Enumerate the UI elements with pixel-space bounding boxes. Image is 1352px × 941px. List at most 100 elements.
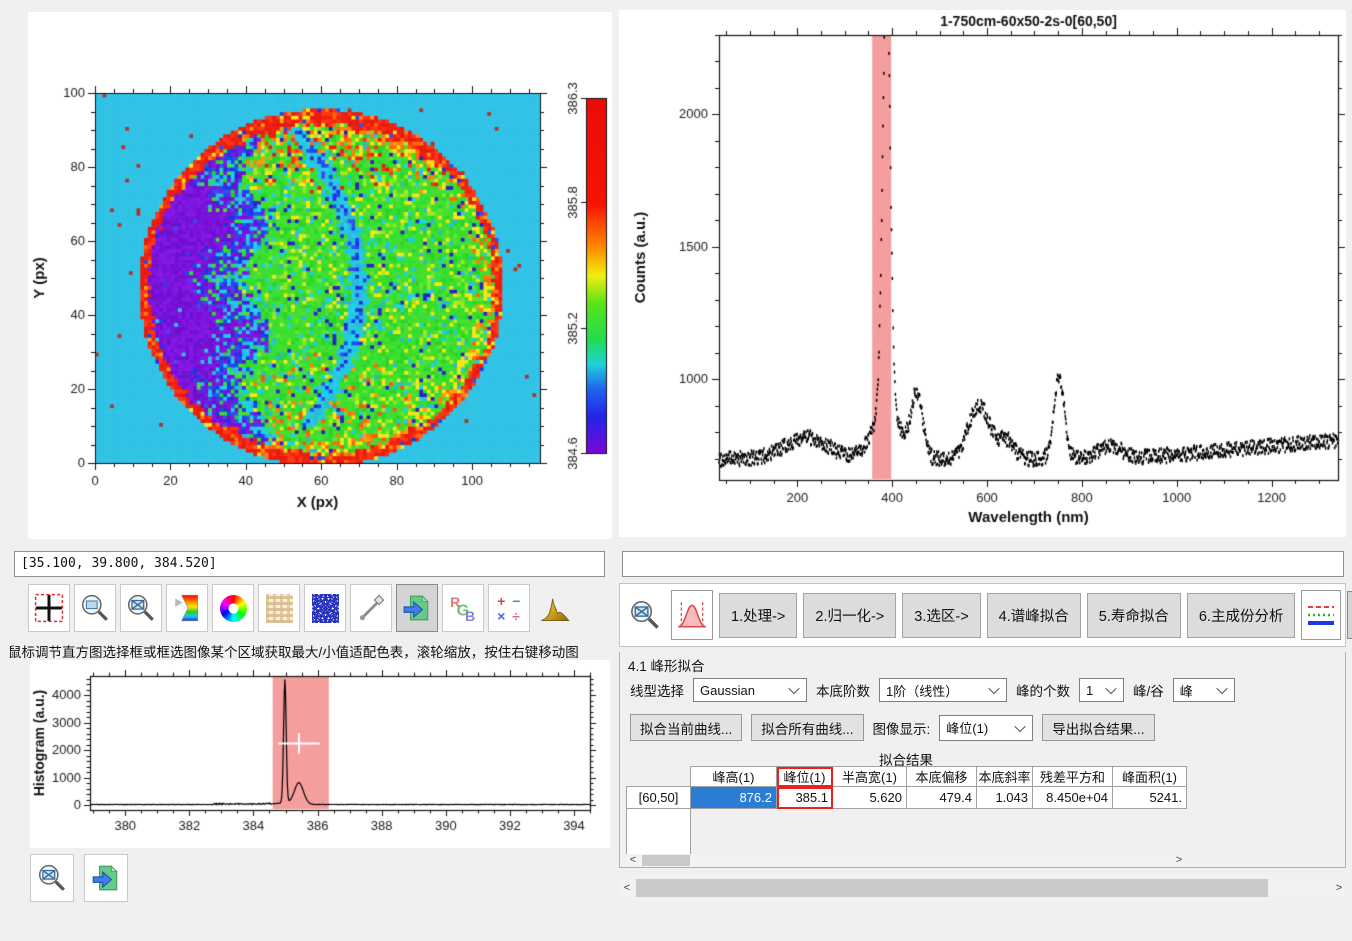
math-operations-button[interactable]: + − × ÷ [488, 584, 530, 632]
image-toolbar: R G B + − × ÷ [28, 584, 576, 632]
heatmap-panel [28, 12, 612, 539]
display-mode-combo[interactable]: 峰位(1) [939, 715, 1033, 741]
scroll-right-arrow[interactable]: > [1172, 854, 1186, 867]
cell-peak-area[interactable]: 5241. [1113, 787, 1187, 809]
col-peak-area: 峰面积(1) [1113, 767, 1187, 787]
zoom-reset-button[interactable] [120, 584, 162, 632]
row-header[interactable]: [60,50] [627, 787, 691, 809]
zoom-box-button[interactable] [74, 584, 116, 632]
ripple-pattern-icon [312, 594, 339, 623]
texture-pattern-icon [266, 594, 293, 623]
measure-tool-button[interactable] [350, 584, 392, 632]
fit-all-curves-button[interactable]: 拟合所有曲线... [751, 714, 863, 741]
measure-tool-icon [356, 592, 386, 624]
cell-peak-height[interactable]: 876.2 [691, 787, 777, 809]
zoom-reset-icon [37, 862, 67, 894]
colormap-button[interactable] [166, 584, 208, 632]
peak-valley-label: 峰/谷 [1133, 680, 1164, 700]
crosshair-select-button[interactable] [28, 584, 70, 632]
step2-normalize-button[interactable]: 2.归一化-> [803, 593, 896, 638]
empty-cells [691, 809, 1187, 861]
cell-fwhm[interactable]: 5.620 [833, 787, 907, 809]
col-baseline-offset: 本底偏移 [907, 767, 977, 787]
peak-fit-panel: 4.1 峰形拟合 线型选择 Gaussian 本底阶数 1阶（线性） 峰的个数 … [619, 652, 1346, 868]
export-data-button[interactable] [84, 854, 128, 902]
cell-baseline-slope[interactable]: 1.043 [977, 787, 1033, 809]
chevron-down-icon [788, 683, 799, 694]
curve-styles-button[interactable] [1301, 590, 1341, 640]
table-corner [627, 767, 691, 787]
rgb-channels-button[interactable]: R G B [442, 584, 484, 632]
right-status-field [622, 551, 1344, 577]
scrollbar-thumb[interactable] [636, 879, 1268, 897]
scrollbar-thumb[interactable] [642, 855, 690, 866]
line-type-label: 线型选择 [630, 680, 684, 700]
line-type-combo[interactable]: Gaussian [693, 678, 807, 702]
surface-3d-button[interactable] [534, 584, 576, 632]
spectrum-canvas[interactable] [619, 10, 1346, 537]
cell-peak-position[interactable]: 385.1 [777, 787, 833, 809]
zoom-reset-button[interactable] [30, 854, 74, 902]
export-data-button[interactable] [396, 584, 438, 632]
line-type-value: Gaussian [700, 683, 755, 698]
zoom-reset-icon [629, 598, 661, 632]
fit-options-row: 线型选择 Gaussian 本底阶数 1阶（线性） 峰的个数 1 峰/谷 峰 [630, 678, 1235, 702]
math-operations-icon: + − × ÷ [494, 592, 524, 624]
export-data-button[interactable] [1347, 591, 1352, 639]
export-fit-results-button[interactable]: 导出拟合结果... [1042, 714, 1154, 741]
histogram-toolbar [30, 854, 128, 902]
histogram-canvas[interactable] [30, 660, 610, 848]
step4-peak-fit-button[interactable]: 4.谱峰拟合 [987, 593, 1081, 638]
scroll-left-arrow[interactable]: < [626, 854, 640, 867]
peak-fit-icon [676, 598, 708, 632]
step6-pca-button[interactable]: 6.主成份分析 [1187, 593, 1296, 638]
texture-pattern-button[interactable] [258, 584, 300, 632]
svg-text:+: + [497, 593, 505, 609]
export-data-icon [91, 862, 121, 894]
col-peak-height: 峰高(1) [691, 767, 777, 787]
step5-lifetime-fit-button[interactable]: 5.寿命拟合 [1087, 593, 1181, 638]
scroll-right-arrow[interactable]: > [1332, 882, 1346, 895]
step1-process-button[interactable]: 1.处理-> [719, 593, 797, 638]
svg-text:−: − [512, 593, 520, 609]
col-peak-position: 峰位(1) [777, 767, 833, 787]
peak-fit-mode-button[interactable] [671, 590, 713, 640]
cursor-status-field: [35.100, 39.800, 384.520] [14, 551, 605, 577]
crosshair-icon [34, 592, 64, 624]
color-wheel-button[interactable] [212, 584, 254, 632]
baseline-order-value: 1阶（线性） [886, 681, 958, 700]
table-empty-row [627, 809, 1187, 861]
heatmap-canvas[interactable] [28, 12, 612, 539]
col-fwhm: 半高宽(1) [833, 767, 907, 787]
peak-valley-combo[interactable]: 峰 [1173, 678, 1235, 702]
svg-text:×: × [497, 608, 505, 624]
table-header-row: 峰高(1) 峰位(1) 半高宽(1) 本底偏移 本底斜率 残差平方和 峰面积(1… [627, 767, 1187, 787]
table-h-scrollbar[interactable]: < > [626, 854, 1186, 867]
col-residual: 残差平方和 [1033, 767, 1113, 787]
peak-count-combo[interactable]: 1 [1079, 678, 1124, 702]
scrollbar-track[interactable] [640, 854, 1172, 867]
baseline-order-label: 本底阶数 [816, 680, 870, 700]
chevron-down-icon [1216, 683, 1227, 694]
histogram-panel [30, 660, 610, 848]
ripple-pattern-button[interactable] [304, 584, 346, 632]
empty-row-header[interactable] [627, 809, 691, 861]
cell-residual[interactable]: 8.450e+04 [1033, 787, 1113, 809]
fit-current-curve-button[interactable]: 拟合当前曲线... [630, 714, 742, 741]
cell-baseline-offset[interactable]: 479.4 [907, 787, 977, 809]
colormap-icon [172, 592, 202, 624]
zoom-reset-button[interactable] [625, 590, 665, 640]
display-mode-label: 图像显示: [873, 718, 931, 738]
chevron-down-icon [1015, 720, 1026, 731]
scroll-left-arrow[interactable]: < [620, 882, 634, 895]
peak-count-label: 峰的个数 [1016, 680, 1070, 700]
panel-h-scrollbar[interactable]: < > [620, 878, 1346, 898]
peak-count-value: 1 [1086, 683, 1093, 698]
rgb-channels-icon: R G B [448, 592, 478, 624]
step3-select-region-button[interactable]: 3.选区-> [902, 593, 980, 638]
scrollbar-track[interactable] [634, 878, 1332, 898]
display-mode-value: 峰位(1) [946, 718, 988, 737]
color-wheel-icon [220, 595, 247, 622]
chevron-down-icon [988, 683, 999, 694]
baseline-order-combo[interactable]: 1阶（线性） [879, 678, 1007, 702]
